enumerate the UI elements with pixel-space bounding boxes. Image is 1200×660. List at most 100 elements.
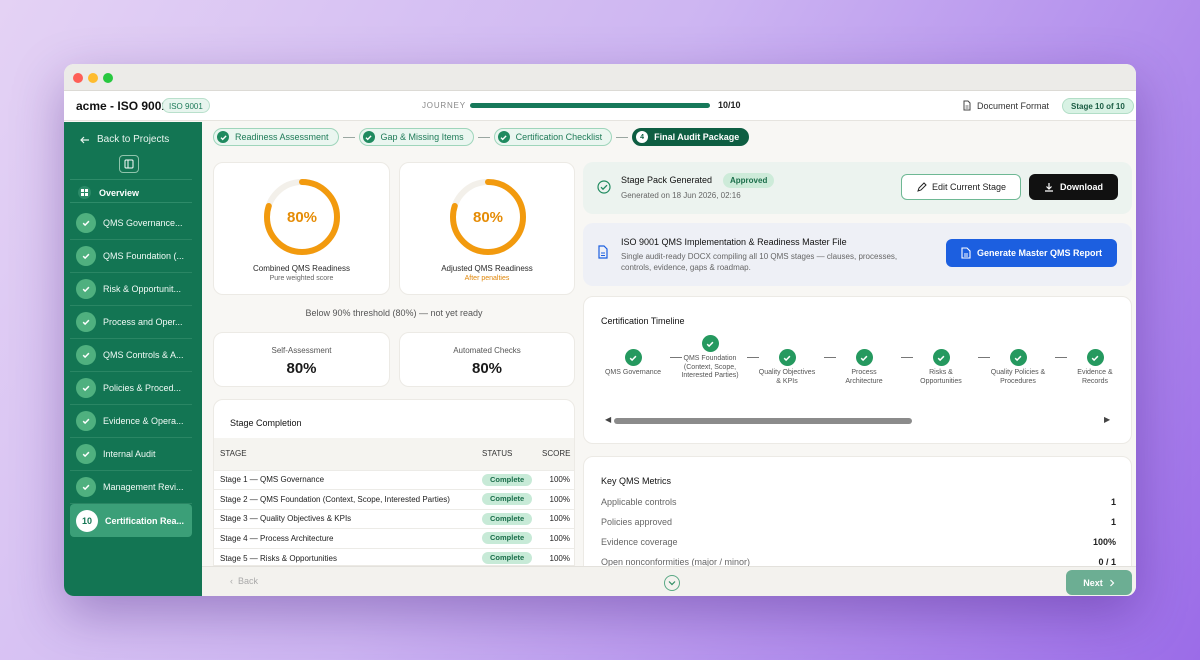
approved-badge: Approved — [723, 173, 775, 188]
minimize-window-button[interactable] — [88, 73, 98, 83]
stage-cell: Stage 4 — Process Architecture — [214, 528, 476, 548]
timeline-node[interactable]: Quality Objectives & KPIs — [757, 349, 817, 386]
step-tab[interactable]: Gap & Missing Items — [358, 128, 474, 146]
check-icon — [1014, 355, 1022, 361]
automated-checks-label: Automated Checks — [453, 346, 521, 355]
stage-complete-check — [76, 378, 96, 398]
sub-step-tabs: Readiness Assessment Gap & Missing Items… — [213, 128, 750, 146]
timeline-node[interactable]: Quality Policies & Procedures — [988, 349, 1048, 386]
timeline-node[interactable]: QMS Governance — [603, 349, 663, 378]
score-cell: 100% — [536, 469, 574, 490]
sidebar-item-stage[interactable]: QMS Foundation (... — [70, 240, 192, 273]
check-icon — [82, 451, 90, 458]
scroll-down-button[interactable] — [664, 575, 680, 591]
app-window: acme - ISO 9001 ISO 9001 JOURNEY 10/10 D… — [64, 64, 1136, 596]
stage-complete-check — [76, 345, 96, 365]
status-badge: Complete — [482, 473, 533, 486]
sidebar-item-stage[interactable]: Risk & Opportunit... — [70, 273, 192, 306]
master-file-title: ISO 9001 QMS Implementation & Readiness … — [621, 237, 847, 247]
step-tab[interactable]: Certification Checklist — [493, 128, 613, 146]
download-icon — [1045, 183, 1053, 192]
timeline-check — [932, 349, 950, 366]
sidebar-item-stage[interactable]: QMS Governance... — [70, 207, 192, 240]
sidebar-item-active-stage[interactable]: 10 Certification Rea... — [70, 504, 192, 537]
check-icon — [783, 355, 791, 361]
grid-icon — [78, 186, 91, 199]
collapse-sidebar-button[interactable] — [119, 155, 139, 173]
document-format-button[interactable]: Document Format — [962, 100, 1049, 111]
pencil-icon — [917, 181, 927, 192]
sidebar-item-stage[interactable]: Management Revi... — [70, 471, 192, 504]
check-icon — [629, 355, 637, 361]
generated-timestamp: Generated on 18 Jun 2026, 02:16 — [621, 191, 741, 200]
combined-readiness-card: 80% Combined QMS Readiness Pure weighted… — [213, 162, 390, 295]
check-icon — [82, 352, 90, 359]
back-button[interactable]: ‹ Back — [230, 576, 258, 586]
table-row[interactable]: Stage 1 — QMS Governance Complete 100% — [214, 469, 574, 490]
table-row[interactable]: Stage 4 — Process Architecture Complete … — [214, 528, 574, 548]
scroll-right-arrow[interactable]: ▶ — [1104, 415, 1110, 424]
stage-complete-check — [76, 477, 96, 497]
timeline-node-label: Quality Policies & Procedures — [990, 369, 1046, 385]
sidebar-item-stage[interactable]: Internal Audit — [70, 438, 192, 471]
step-tab-current[interactable]: 4 Final Audit Package — [632, 128, 750, 146]
scrollbar-thumb[interactable] — [614, 418, 912, 424]
sidebar-item-label: Management Revi... — [103, 482, 184, 492]
table-row[interactable]: Stage 5 — Risks & Opportunities Complete… — [214, 547, 574, 565]
maximize-window-button[interactable] — [103, 73, 113, 83]
download-button[interactable]: Download — [1029, 174, 1118, 200]
standard-tag: ISO 9001 — [162, 98, 210, 113]
table-row[interactable]: Stage 3 — Quality Objectives & KPIs Comp… — [214, 508, 574, 529]
timeline-scrollbar[interactable] — [614, 418, 1094, 424]
back-to-projects-link[interactable]: Back to Projects — [80, 134, 169, 145]
combined-readiness-ring: 80% — [264, 179, 340, 255]
app-title: acme - ISO 9001 — [76, 99, 169, 113]
close-window-button[interactable] — [73, 73, 83, 83]
adjusted-readiness-card: 80% Adjusted QMS Readiness After penalti… — [399, 162, 575, 295]
next-button[interactable]: Next — [1066, 570, 1132, 595]
sidebar-item-stage[interactable]: Evidence & Opera... — [70, 405, 192, 438]
back-label: Back — [238, 576, 259, 586]
sidebar-item-stage[interactable]: Policies & Proced... — [70, 372, 192, 405]
check-icon — [82, 484, 90, 491]
metric-label: Evidence coverage — [601, 537, 678, 547]
check-icon — [706, 341, 714, 347]
overview-label: Overview — [99, 187, 140, 198]
combined-readiness-label: Combined QMS Readiness — [253, 264, 350, 273]
sidebar-item-overview[interactable]: Overview — [78, 186, 139, 199]
download-label: Download — [1060, 182, 1103, 192]
stage-completion-card: Stage Completion STAGE STATUS SCORE Stag… — [213, 399, 575, 566]
metric-row: Applicable controls 1 — [601, 497, 1116, 511]
timeline-node[interactable]: Process Architecture — [834, 349, 894, 386]
status-badge: Complete — [482, 512, 533, 525]
check-icon — [82, 253, 90, 260]
sidebar-item-stage[interactable]: Process and Oper... — [70, 306, 192, 339]
scroll-left-arrow[interactable]: ◀ — [605, 415, 611, 424]
score-cell: 100% — [536, 528, 574, 548]
score-cell: 100% — [536, 547, 574, 565]
check-icon — [82, 286, 90, 293]
step-connector — [477, 136, 490, 138]
file-report-icon — [961, 247, 971, 259]
stage-complete-check — [76, 312, 96, 332]
timeline-node[interactable]: Risks & Opportunities — [911, 349, 971, 386]
sidebar-item-stage[interactable]: QMS Controls & A... — [70, 339, 192, 372]
check-icon — [220, 134, 227, 140]
automated-checks-card: Automated Checks 80% — [399, 332, 575, 387]
journey-progress-fill — [470, 103, 710, 108]
generate-master-report-button[interactable]: Generate Master QMS Report — [946, 239, 1117, 267]
table-row[interactable]: Stage 2 — QMS Foundation (Context, Scope… — [214, 489, 574, 509]
timeline-node[interactable]: QMS Foundation (Context, Scope, Interest… — [680, 335, 740, 381]
edit-current-stage-button[interactable]: Edit Current Stage — [901, 174, 1021, 200]
timeline-node[interactable]: Evidence & Records — [1065, 349, 1125, 386]
step-tab[interactable]: Readiness Assessment — [213, 128, 339, 146]
stage-pack-card: Stage Pack Generated Approved Generated … — [583, 162, 1132, 214]
stage-complete-check — [76, 411, 96, 431]
step-complete-icon — [362, 131, 375, 143]
sidebar-item-label: Policies & Proced... — [103, 383, 182, 393]
chevron-right-icon — [1109, 579, 1115, 586]
sidebar-divider — [70, 202, 192, 203]
journey-label: JOURNEY — [422, 101, 466, 110]
check-icon — [500, 134, 507, 140]
status-badge: Complete — [482, 493, 533, 506]
